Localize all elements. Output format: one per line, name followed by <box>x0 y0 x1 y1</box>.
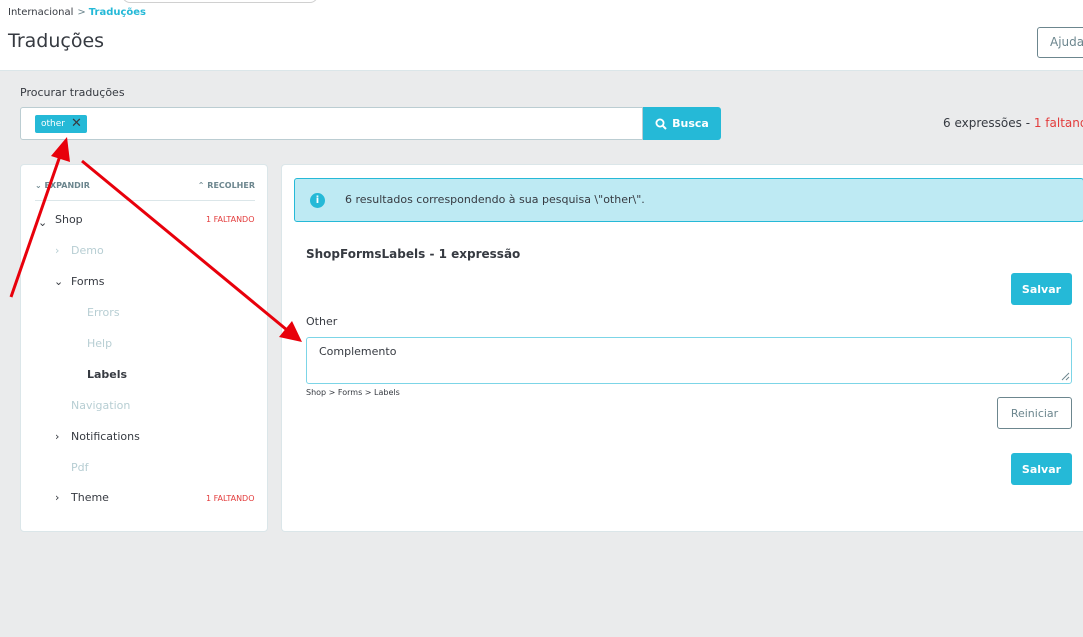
tree-item-help[interactable]: Help <box>87 337 112 350</box>
top-search-stub[interactable] <box>122 0 318 3</box>
search-tag: other ✕ <box>35 115 87 133</box>
chevron-up-icon: ⌃ <box>197 181 205 190</box>
chevron-right-icon[interactable]: › <box>55 491 59 504</box>
tree-item-errors[interactable]: Errors <box>87 306 120 319</box>
page-title: Traduções <box>8 30 105 52</box>
chevron-down-icon[interactable]: ⌄ <box>54 275 63 288</box>
collapse-all-button[interactable]: ⌃ RECOLHER <box>198 181 255 190</box>
page-header: Internacional > Traduções Traduções Ajuda <box>0 0 1083 71</box>
expand-all-button[interactable]: ⌄ EXPANDIR <box>35 181 90 190</box>
expression-counter: 6 expressões - 1 faltando <box>943 116 1083 130</box>
search-tag-label: other <box>41 119 65 129</box>
save-button-bottom[interactable]: Salvar <box>1011 453 1072 485</box>
chevron-right-icon[interactable]: › <box>55 430 59 443</box>
translation-field[interactable]: Complemento <box>306 337 1072 384</box>
search-button-label: Busca <box>672 117 709 130</box>
tree-item-labels[interactable]: Labels <box>87 368 127 381</box>
alert-message: 6 resultados correspondendo à sua pesqui… <box>345 193 645 206</box>
translation-tree: ⌄ EXPANDIR ⌃ RECOLHER ⌄ Shop 1 FALTANDO … <box>20 164 268 532</box>
breadcrumb-current[interactable]: Traduções <box>89 7 146 18</box>
reset-button[interactable]: Reiniciar <box>997 397 1072 429</box>
missing-badge: 1 FALTANDO <box>206 494 255 503</box>
search-input[interactable]: other ✕ <box>20 107 643 140</box>
counter-text: 6 expressões - <box>943 116 1034 130</box>
tree-item-pdf[interactable]: Pdf <box>71 461 89 474</box>
missing-badge: 1 FALTANDO <box>206 215 255 224</box>
collapse-label: RECOLHER <box>207 181 255 190</box>
tree-item-navigation[interactable]: Navigation <box>71 399 130 412</box>
tree-item-notifications[interactable]: Notifications <box>71 430 140 443</box>
breadcrumb-separator: > <box>77 7 86 18</box>
tree-controls: ⌄ EXPANDIR ⌃ RECOLHER <box>35 181 255 201</box>
help-button[interactable]: Ajuda <box>1037 27 1083 58</box>
save-button[interactable]: Salvar <box>1011 273 1072 305</box>
translation-editor: i 6 resultados correspondendo à sua pesq… <box>281 164 1083 532</box>
tree-item-theme[interactable]: Theme <box>71 491 109 504</box>
tree-item-forms[interactable]: Forms <box>71 275 104 288</box>
search-icon <box>655 118 667 130</box>
expand-label: EXPANDIR <box>44 181 90 190</box>
tree-item-demo[interactable]: Demo <box>71 244 104 257</box>
search-results-alert: i 6 resultados correspondendo à sua pesq… <box>294 178 1083 222</box>
tree-item-shop[interactable]: Shop <box>55 213 83 226</box>
breadcrumb-parent[interactable]: Internacional <box>8 7 73 18</box>
info-icon: i <box>310 193 325 208</box>
breadcrumb: Internacional > Traduções <box>8 7 146 18</box>
field-label: Other <box>306 315 338 328</box>
chevron-down-icon[interactable]: ⌄ <box>38 216 47 229</box>
domain-title: ShopFormsLabels - 1 expressão <box>306 247 521 261</box>
chevron-right-icon[interactable]: › <box>55 244 59 257</box>
chevron-down-icon: ⌄ <box>35 181 42 190</box>
resize-grip-icon[interactable] <box>1061 372 1070 381</box>
search-button[interactable]: Busca <box>643 107 721 140</box>
search-label: Procurar traduções <box>20 86 125 99</box>
field-path: Shop > Forms > Labels <box>306 388 400 397</box>
close-icon[interactable]: ✕ <box>71 115 82 133</box>
counter-missing: 1 faltando <box>1033 116 1083 130</box>
